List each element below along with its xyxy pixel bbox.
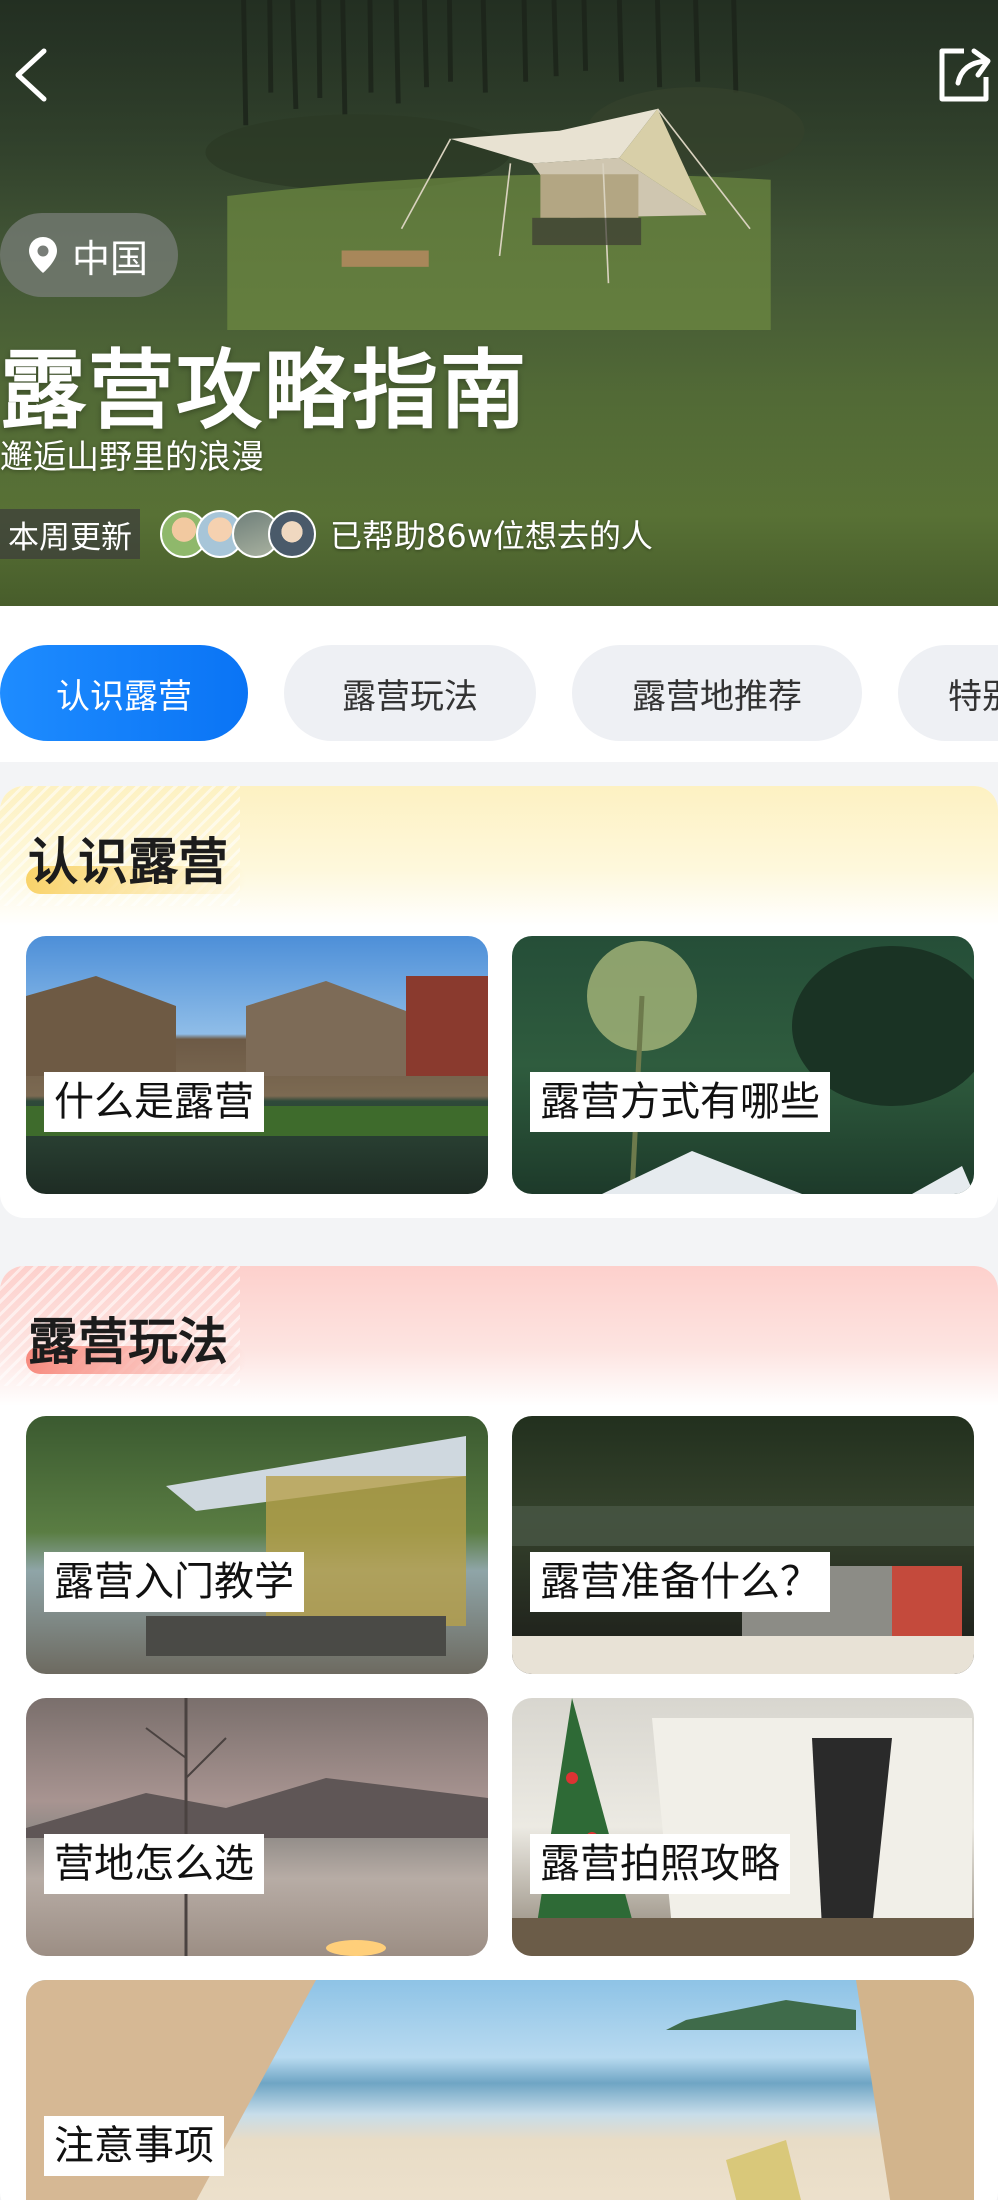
section-camping-play: 露营玩法 露营入门教学 露营准备什么？ 营地怎么选 露营拍照攻略 注意事项	[0, 1266, 998, 2200]
tab-campsite-recommend[interactable]: 露营地推荐	[572, 645, 862, 741]
location-pill[interactable]: 中国	[0, 213, 179, 297]
tile-label: 什么是露营	[44, 1072, 264, 1132]
tab-know-camping[interactable]: 认识露营	[0, 645, 248, 741]
tile-image	[512, 1698, 974, 1956]
location-label: 中国	[72, 236, 149, 281]
avatar	[268, 510, 316, 558]
share-button[interactable]	[930, 40, 998, 110]
tile-precautions[interactable]: 注意事项	[26, 1980, 974, 2200]
tile-label: 注意事项	[44, 2116, 224, 2176]
hero-subtitle: 邂逅山野里的浪漫	[0, 437, 264, 476]
tile-camping-beginner[interactable]: 露营入门教学	[26, 1416, 488, 1674]
tile-choose-campsite[interactable]: 营地怎么选	[26, 1698, 488, 1956]
update-badge: 本周更新	[0, 509, 140, 559]
tab-camping-play[interactable]: 露营玩法	[284, 645, 536, 741]
help-count-text: 已帮助86w位想去的人	[330, 517, 653, 555]
hero-title: 露营攻略指南	[0, 341, 528, 441]
back-arrow-icon	[15, 48, 47, 102]
section-header: 露营玩法	[0, 1266, 998, 1406]
tile-label: 露营拍照攻略	[530, 1834, 790, 1894]
avatar-group	[160, 510, 316, 558]
section-header: 认识露营	[0, 786, 998, 926]
tile-image	[26, 976, 488, 1136]
category-tabs: 认识露营 露营玩法 露营地推荐 特别	[0, 606, 998, 762]
tile-label: 露营方式有哪些	[530, 1072, 830, 1132]
tile-label: 露营准备什么？	[530, 1552, 830, 1612]
tile-image	[146, 1436, 466, 1656]
tile-label: 露营入门教学	[44, 1552, 304, 1612]
tile-image	[587, 941, 974, 1194]
tile-label: 营地怎么选	[44, 1834, 264, 1894]
back-button[interactable]	[0, 40, 60, 110]
tile-camping-photo[interactable]: 露营拍照攻略	[512, 1698, 974, 1956]
tab-special[interactable]: 特别	[898, 645, 998, 741]
hero-banner: 中国 露营攻略指南 邂逅山野里的浪漫 本周更新 已帮助86w位想去的人	[0, 0, 998, 606]
section-title: 露营玩法	[28, 1313, 228, 1371]
tile-camping-prep[interactable]: 露营准备什么？	[512, 1416, 974, 1674]
tile-camping-types[interactable]: 露营方式有哪些	[512, 936, 974, 1194]
section-know-camping: 认识露营 什么是露营 露营方式有哪些	[0, 786, 998, 1218]
tile-image	[512, 1506, 974, 1674]
tile-what-is-camping[interactable]: 什么是露营	[26, 936, 488, 1194]
hero-meta-row: 本周更新 已帮助86w位想去的人	[0, 508, 653, 560]
tile-image	[26, 1698, 488, 1956]
share-icon	[939, 48, 991, 102]
location-pin-icon	[29, 237, 57, 273]
section-title: 认识露营	[28, 833, 228, 891]
page: 中国 露营攻略指南 邂逅山野里的浪漫 本周更新 已帮助86w位想去的人 认识露营…	[0, 0, 998, 2200]
